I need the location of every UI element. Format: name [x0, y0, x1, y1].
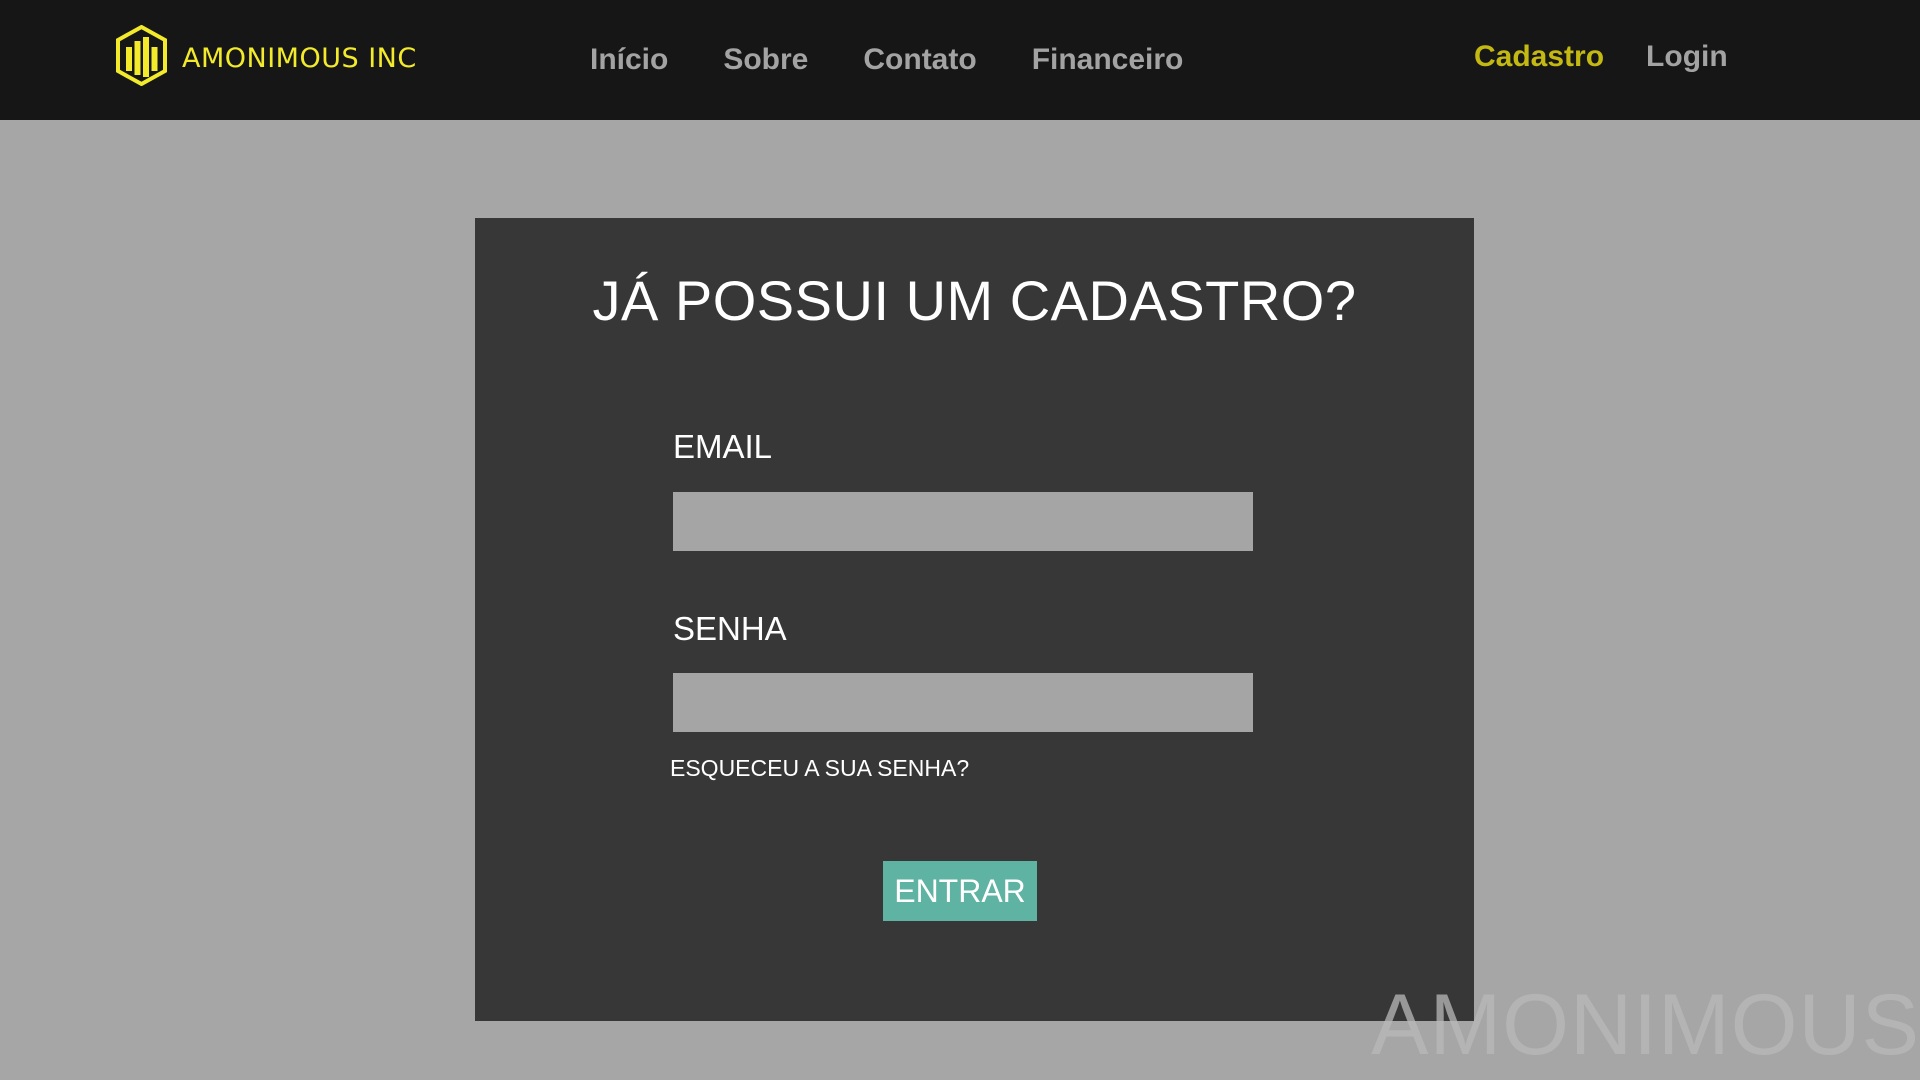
auth-nav: Cadastro Login [1474, 0, 1728, 114]
forgot-password-link[interactable]: ESQUECEU A SUA SENHA? [670, 755, 969, 782]
login-title: JÁ POSSUI UM CADASTRO? [592, 269, 1357, 332]
top-navbar: AMONIMOUS INC Início Sobre Contato Finan… [0, 0, 1920, 120]
login-card: JÁ POSSUI UM CADASTRO? EMAIL SENHA ESQUE… [475, 218, 1474, 1021]
entrar-button[interactable]: ENTRAR [883, 861, 1037, 921]
nav-link-inicio[interactable]: Início [590, 43, 668, 77]
building-icon [115, 24, 168, 91]
nav-link-contato[interactable]: Contato [863, 43, 976, 77]
watermark-text: AMONIMOUS [1371, 977, 1920, 1073]
email-label: EMAIL [673, 428, 773, 465]
password-input[interactable] [673, 673, 1253, 732]
cadastro-link[interactable]: Cadastro [1474, 40, 1604, 74]
nav-link-financeiro[interactable]: Financeiro [1032, 43, 1184, 77]
brand-logo-link[interactable]: AMONIMOUS INC [115, 24, 417, 91]
main-nav: Início Sobre Contato Financeiro [590, 0, 1238, 120]
brand-name: AMONIMOUS INC [182, 42, 417, 74]
nav-link-sobre[interactable]: Sobre [723, 43, 808, 77]
login-link[interactable]: Login [1646, 40, 1728, 74]
password-label: SENHA [673, 610, 787, 647]
email-input[interactable] [673, 492, 1253, 551]
